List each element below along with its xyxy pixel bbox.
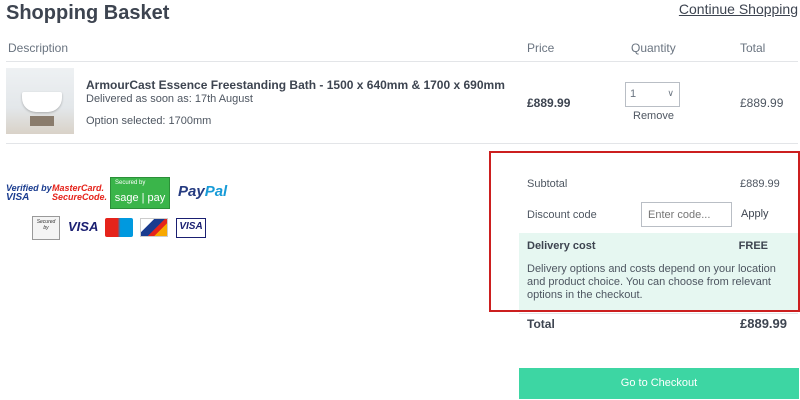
product-delivery-date: Delivered as soon as: 17th August — [86, 93, 253, 105]
visa-delta-logo — [140, 218, 168, 237]
sage-secured-text: Secured by — [115, 180, 146, 186]
go-to-checkout-button[interactable]: Go to Checkout — [519, 368, 799, 399]
discount-code-label: Discount code — [527, 209, 597, 221]
delivery-cost-panel: Delivery cost FREE Delivery options and … — [519, 233, 798, 310]
delivery-cost-label: Delivery cost — [527, 240, 596, 252]
paypal-text-b: Pal — [204, 183, 228, 200]
visa-electron-logo: VISA — [176, 218, 206, 238]
bath-mat-shape — [30, 116, 54, 126]
column-header-description: Description — [8, 41, 69, 55]
delivery-cost-value: FREE — [738, 240, 768, 252]
verified-by-visa-line2: VISA — [6, 192, 30, 203]
column-header-total: Total — [740, 41, 766, 55]
secured-by-line2: by — [43, 225, 49, 231]
apply-discount-button[interactable]: Apply — [741, 208, 769, 220]
visa-logo: VISA — [68, 219, 99, 234]
quantity-value: 1 — [630, 88, 637, 100]
product-image[interactable] — [6, 68, 74, 134]
subtotal-label: Subtotal — [527, 178, 568, 190]
mastercard-line2: SecureCode. — [52, 192, 108, 202]
maestro-logo — [105, 218, 133, 237]
header-divider — [6, 61, 798, 62]
column-header-quantity: Quantity — [631, 41, 676, 55]
subtotal-value: £889.99 — [740, 178, 780, 190]
delivery-note: Delivery options and costs depend on you… — [527, 263, 776, 301]
product-option: Option selected: 1700mm — [86, 115, 212, 127]
item-price: £889.99 — [527, 96, 571, 110]
page-title: Shopping Basket — [6, 2, 170, 24]
column-header-price: Price — [527, 41, 555, 55]
sage-pay-text: sage | pay — [114, 192, 166, 204]
item-divider — [6, 143, 798, 144]
grand-total-value: £889.99 — [740, 316, 787, 331]
remove-item-link[interactable]: Remove — [633, 110, 674, 122]
mastercard-securecode-logo: MasterCard. SecureCode. — [52, 184, 107, 202]
grand-total-label: Total — [527, 317, 555, 331]
discount-code-input[interactable] — [641, 202, 732, 227]
sage-pay-logo: Secured by sage | pay — [110, 177, 170, 209]
product-name[interactable]: ArmourCast Essence Freestanding Bath - 1… — [86, 78, 505, 92]
continue-shopping-link[interactable]: Continue Shopping — [679, 1, 798, 17]
secured-by-badge: Secured by — [32, 216, 60, 240]
verified-by-visa-logo: Verified by VISA — [6, 184, 52, 203]
quantity-select[interactable]: 1 ∨ — [625, 82, 680, 107]
paypal-text-a: Pay — [178, 183, 205, 200]
item-total: £889.99 — [740, 96, 784, 110]
total-divider — [519, 313, 798, 314]
bath-shape — [22, 92, 62, 112]
chevron-down-icon: ∨ — [667, 88, 674, 98]
paypal-logo: PayPal — [178, 183, 227, 200]
